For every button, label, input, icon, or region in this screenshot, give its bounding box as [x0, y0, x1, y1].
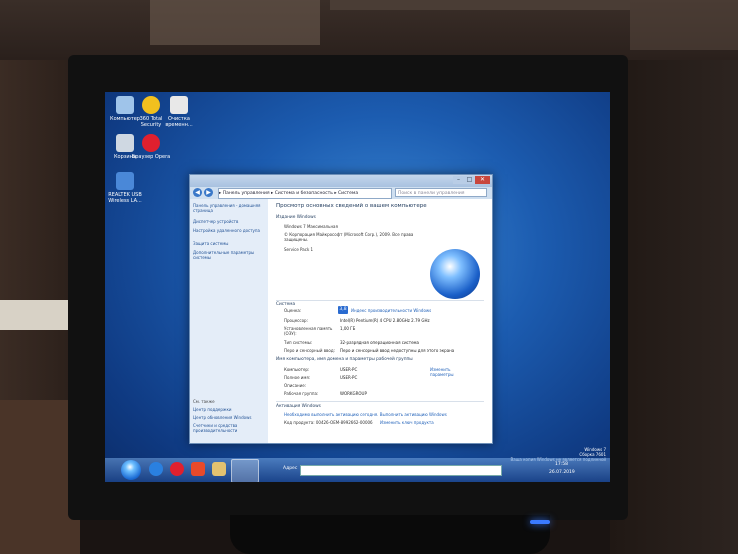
- workgroup-value: WORKGROUP: [340, 391, 367, 396]
- system-heading: Система: [276, 302, 296, 307]
- opera-taskbar-icon[interactable]: [170, 462, 184, 476]
- shelf-decor: [150, 0, 320, 45]
- system-tray: 17:58 26.07.2019: [505, 460, 605, 480]
- product-id: Код продукта: 00426-OEM-8992662-00006: [284, 420, 373, 425]
- address-toolbar-input[interactable]: [300, 465, 502, 476]
- copyright-text: © Корпорация Майкрософт (Microsoft Corp.…: [284, 232, 414, 242]
- main-content: Просмотр основных сведений о вашем компь…: [270, 199, 490, 443]
- breadcrumb[interactable]: ▸ Панель управления ▸ Система и безопасн…: [218, 188, 392, 199]
- rating-label: Оценка:: [284, 308, 302, 313]
- screen: Компьютер 360 Total Security Очистка вре…: [105, 92, 610, 482]
- ram-value: 1,00 ГБ: [340, 326, 356, 331]
- sidebar-item-performance[interactable]: Счетчики и средства производительности: [193, 423, 266, 433]
- divider: [276, 401, 484, 402]
- window-body: Панель управления - домашняя страница Ди…: [190, 199, 492, 443]
- desktop-icon-cleanup[interactable]: Очистка временн...: [159, 96, 199, 128]
- service-pack: Service Pack 1: [284, 247, 314, 252]
- change-key-link[interactable]: Изменить ключ продукта: [380, 420, 434, 425]
- sidebar-item-windows-update[interactable]: Центр обновления Windows: [193, 415, 266, 420]
- start-button-icon[interactable]: [121, 460, 141, 480]
- sidebar-item-action-center[interactable]: Центр поддержки: [193, 407, 266, 412]
- search-input[interactable]: Поиск в панели управления: [395, 188, 487, 197]
- activation-link[interactable]: Необходимо выполнить активацию сегодня. …: [284, 412, 447, 417]
- fullname-label: Полное имя:: [284, 375, 311, 380]
- taskbar: Адрес 17:58 26.07.2019: [105, 458, 610, 482]
- page-title: Просмотр основных сведений о вашем компь…: [276, 203, 427, 209]
- clock-date[interactable]: 26.07.2019: [549, 470, 575, 475]
- back-arrow-icon[interactable]: ◀: [193, 188, 202, 197]
- shield-icon: [142, 96, 160, 114]
- ie-icon[interactable]: [149, 462, 163, 476]
- shelf-decor: [630, 0, 738, 50]
- sidebar-item-device-manager[interactable]: Диспетчер устройств: [193, 219, 266, 224]
- fullname-value: USER-PC: [340, 375, 358, 380]
- taskbar-item-system-window[interactable]: [231, 459, 259, 482]
- change-params-link[interactable]: Изменить параметры: [430, 367, 466, 377]
- wall-right: [610, 60, 738, 554]
- activation-heading: Активация Windows: [276, 404, 321, 409]
- window-titlebar[interactable]: [190, 175, 492, 187]
- sidebar-item-home[interactable]: Панель управления - домашняя страница: [193, 203, 266, 213]
- desktop-icon-opera[interactable]: Браузер Opera: [131, 134, 171, 160]
- ram-label: Установленная память (ОЗУ):: [284, 326, 333, 336]
- computer-value: USER-PC: [340, 367, 358, 372]
- description-label: Описание:: [284, 383, 307, 388]
- pen-label: Перо и сенсорный ввод:: [284, 348, 335, 353]
- computer-name-heading: Имя компьютера, имя домена и параметры р…: [276, 357, 413, 362]
- windows-logo-icon: [430, 249, 480, 299]
- broom-icon: [170, 96, 188, 114]
- maximize-button[interactable]: □: [464, 176, 475, 184]
- cpu-label: Процессор:: [284, 318, 308, 323]
- shelf-decor: [330, 0, 630, 10]
- cpu-value: Intel(R) Pentium(R) 4 CPU 2.80GHz 2.79 G…: [340, 318, 430, 323]
- edition-value: Windows 7 Максимальная: [284, 224, 338, 229]
- workgroup-label: Рабочая группа:: [284, 391, 319, 396]
- see-also-heading: См. также: [193, 399, 215, 404]
- clock-time[interactable]: 17:58: [555, 462, 568, 467]
- system-type-value: 32-разрядная операционная система: [340, 340, 420, 345]
- perf-score-badge[interactable]: 3,8: [338, 306, 348, 314]
- address-toolbar-label: Адрес: [283, 466, 298, 471]
- power-led-icon: [530, 520, 550, 524]
- computer-label: Компьютер:: [284, 367, 310, 372]
- explorer-folder-icon[interactable]: [212, 462, 226, 476]
- sidebar-item-remote[interactable]: Настройка удаленного доступа: [193, 228, 266, 233]
- forward-arrow-icon[interactable]: ▶: [204, 188, 213, 197]
- system-window: – □ ✕ ◀ ▶ ▸ Панель управления ▸ Система …: [189, 174, 493, 444]
- sidebar: Панель управления - домашняя страница Ди…: [190, 199, 268, 443]
- minimize-button[interactable]: –: [453, 176, 464, 184]
- media-player-icon[interactable]: [191, 462, 205, 476]
- system-type-label: Тип системы:: [284, 340, 313, 345]
- mouse-cursor-icon: [458, 346, 462, 352]
- pen-value: Перо и сенсорный ввод недоступны для это…: [340, 348, 455, 353]
- close-button[interactable]: ✕: [475, 176, 490, 184]
- desktop-icon-realtek-wireless[interactable]: REALTEK USB Wireless LA...: [105, 172, 145, 204]
- sidebar-item-protection[interactable]: Защита системы: [193, 241, 266, 246]
- sidebar-item-advanced[interactable]: Дополнительные параметры системы: [193, 250, 266, 260]
- monitor-stand: [230, 515, 550, 554]
- perf-index-link[interactable]: Индекс производительности Windows: [351, 308, 431, 313]
- opera-icon: [142, 134, 160, 152]
- divider: [276, 300, 484, 301]
- wireless-adapter-icon: [116, 172, 134, 190]
- edition-heading: Издание Windows: [276, 215, 316, 220]
